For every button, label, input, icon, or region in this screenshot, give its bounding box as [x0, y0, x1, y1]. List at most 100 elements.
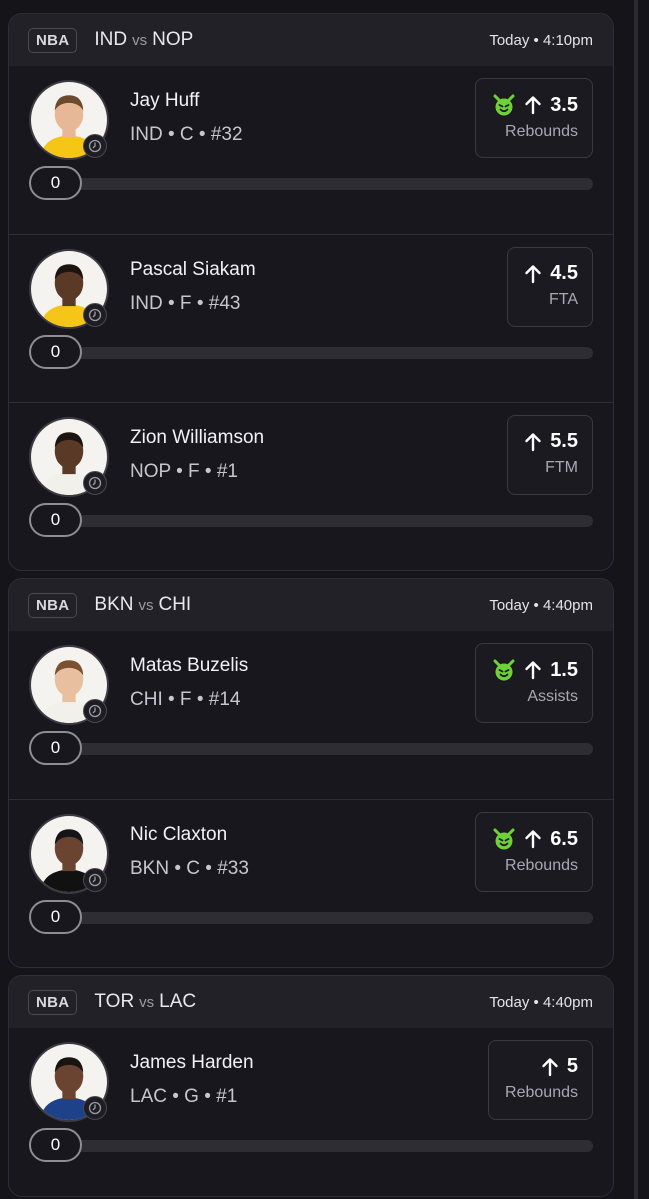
line-value: 4.5 [550, 262, 578, 284]
player-row[interactable]: Zion Williamson NOP • F • #1 5.5 FTM 0 [9, 402, 613, 570]
player-row[interactable]: Jay Huff IND • C • #32 3.5 Rebounds 0 [9, 66, 613, 234]
league-badge: NBA [28, 27, 78, 53]
pick-button[interactable]: 3.5 Rebounds [475, 78, 593, 158]
scrollbar[interactable] [634, 0, 638, 1199]
away-team: CHI [158, 594, 192, 615]
progress-bar [29, 912, 593, 924]
game-time: Today • 4:40pm [489, 993, 593, 1011]
player-row[interactable]: Matas Buzelis CHI • F • #14 1.5 Assists 0 [9, 631, 613, 799]
pick-button[interactable]: 4.5 FTA [507, 247, 593, 327]
clock-icon [83, 134, 107, 158]
pick-line: 5 [505, 1055, 578, 1078]
player-name[interactable]: Matas Buzelis [130, 655, 248, 677]
line-value: 3.5 [550, 93, 578, 116]
clock-icon [83, 471, 107, 495]
matchup[interactable]: BKN vs CHI [94, 594, 191, 616]
player-name[interactable]: Zion Williamson [130, 427, 264, 449]
line-value: 6.5 [550, 827, 578, 850]
game-card: NBA TOR vs LAC Today • 4:40pm James Harden LAC… [8, 975, 614, 1197]
clock-icon [83, 303, 107, 327]
app-viewport: NBA IND vs NOP Today • 4:10pm Jay Huff IND • C… [0, 0, 649, 1199]
arrow-up-icon [542, 1057, 558, 1076]
progress-count: 0 [29, 731, 82, 765]
player-name[interactable]: Jay Huff [130, 90, 199, 112]
player-row-content: Matas Buzelis CHI • F • #14 1.5 Assists 0 [29, 631, 593, 799]
player-row[interactable]: Pascal Siakam IND • F • #43 4.5 FTA 0 [9, 234, 613, 402]
player-meta: IND • F • #43 [130, 293, 241, 314]
player-row[interactable]: Nic Claxton BKN • C • #33 6.5 Rebounds 0 [9, 799, 613, 967]
stat-label: Assists [527, 688, 578, 705]
player-name[interactable]: James Harden [130, 1052, 254, 1074]
arrow-up-icon [525, 432, 541, 451]
player-meta: IND • C • #32 [130, 124, 243, 145]
game-header: NBA TOR vs LAC Today • 4:40pm [9, 976, 613, 1028]
player-meta: NOP • F • #1 [130, 461, 238, 482]
player-name[interactable]: Nic Claxton [130, 824, 227, 846]
player-name[interactable]: Pascal Siakam [130, 259, 256, 281]
clock-icon-glyph [88, 476, 102, 490]
player-row-content: James Harden LAC • G • #1 5 Rebounds 0 [29, 1028, 593, 1196]
player-row-content: Nic Claxton BKN • C • #33 6.5 Rebounds 0 [29, 800, 593, 967]
pick-line: 1.5 [492, 658, 578, 682]
player-meta: LAC • G • #1 [130, 1086, 238, 1107]
clock-icon [83, 1096, 107, 1120]
progress-bar [29, 1140, 593, 1152]
line-value: 5.5 [550, 430, 578, 452]
demon-icon [493, 659, 515, 681]
pick-line: 6.5 [492, 827, 578, 851]
clock-icon [83, 699, 107, 723]
line-value: 1.5 [550, 658, 578, 681]
progress-count: 0 [29, 1128, 82, 1162]
arrow-up-icon [525, 830, 541, 849]
demon-icon [493, 828, 515, 850]
stat-label: FTA [548, 291, 578, 308]
clock-icon-glyph [88, 308, 102, 322]
pick-button[interactable]: 5.5 FTM [507, 415, 593, 495]
clock-icon-glyph [88, 873, 102, 887]
player-row-content: Pascal Siakam IND • F • #43 4.5 FTA 0 [29, 235, 593, 402]
player-meta: CHI • F • #14 [130, 689, 241, 710]
vs-label: vs [139, 994, 155, 1011]
arrow-up-icon [525, 96, 541, 115]
pick-line: 5.5 [524, 430, 578, 453]
progress-count: 0 [29, 166, 82, 200]
home-team: IND [94, 29, 128, 50]
pick-line: 3.5 [492, 93, 578, 117]
stat-label: Rebounds [505, 123, 578, 140]
player-row-content: Zion Williamson NOP • F • #1 5.5 FTM 0 [29, 403, 593, 570]
pick-button[interactable]: 6.5 Rebounds [475, 812, 593, 892]
player-meta: BKN • C • #33 [130, 858, 249, 879]
game-time: Today • 4:40pm [489, 596, 593, 614]
game-header: NBA IND vs NOP Today • 4:10pm [9, 14, 613, 66]
pick-button[interactable]: 1.5 Assists [475, 643, 593, 723]
home-team: BKN [94, 594, 134, 615]
clock-icon-glyph [88, 704, 102, 718]
game-header: NBA BKN vs CHI Today • 4:40pm [9, 579, 613, 631]
progress-count: 0 [29, 335, 82, 369]
stat-label: FTM [545, 459, 578, 476]
arrow-up-icon [525, 661, 541, 680]
player-row[interactable]: James Harden LAC • G • #1 5 Rebounds 0 [9, 1028, 613, 1196]
stat-label: Rebounds [505, 857, 578, 874]
vs-label: vs [132, 32, 148, 49]
matchup[interactable]: IND vs NOP [94, 29, 193, 51]
vs-label: vs [138, 597, 154, 614]
matchup[interactable]: TOR vs LAC [94, 991, 196, 1013]
progress-bar [29, 178, 593, 190]
arrow-up-icon [525, 264, 541, 283]
progress-bar [29, 743, 593, 755]
game-time: Today • 4:10pm [489, 31, 593, 49]
progress-count: 0 [29, 900, 82, 934]
progress-bar [29, 515, 593, 527]
clock-icon [83, 868, 107, 892]
away-team: LAC [159, 991, 197, 1012]
game-card: NBA BKN vs CHI Today • 4:40pm Matas Buzelis CH… [8, 578, 614, 968]
pick-button[interactable]: 5 Rebounds [488, 1040, 593, 1120]
stat-label: Rebounds [505, 1084, 578, 1101]
pick-line: 4.5 [524, 262, 578, 285]
league-badge: NBA [28, 592, 78, 618]
away-team: NOP [152, 29, 194, 50]
league-badge: NBA [28, 989, 78, 1015]
home-team: TOR [94, 991, 135, 1012]
progress-bar [29, 347, 593, 359]
